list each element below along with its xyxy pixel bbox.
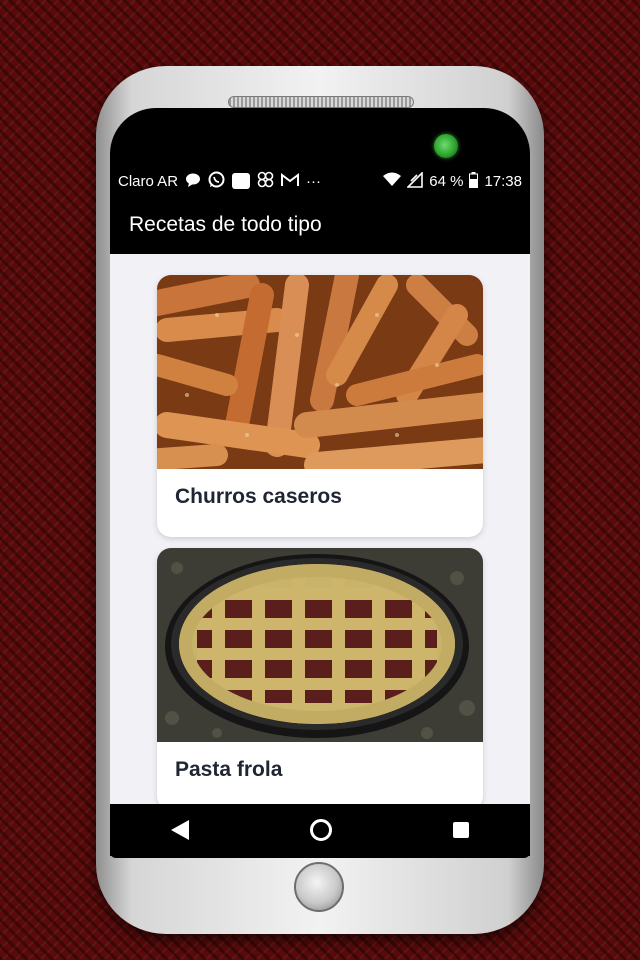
recent-apps-icon[interactable]: [453, 822, 470, 838]
churros-photo: [157, 275, 483, 469]
whatsapp-icon: [208, 171, 225, 191]
recipe-list[interactable]: Churros caseros Pasta frola: [110, 254, 530, 804]
recipe-title: Churros caseros: [175, 485, 342, 508]
back-icon[interactable]: [170, 820, 189, 840]
status-bar: Claro AR ··· 64 % 17:38: [110, 166, 530, 196]
navigation-bar: [110, 804, 530, 856]
home-icon[interactable]: [309, 819, 332, 841]
message-icon: [185, 172, 201, 191]
physical-home-button[interactable]: [294, 862, 344, 912]
recipe-title: Pasta frola: [175, 758, 283, 781]
gmail-icon: [281, 172, 300, 190]
battery-icon: [469, 171, 479, 191]
cell-signal-icon: [406, 170, 424, 191]
app-title: Recetas de todo tipo: [129, 213, 322, 236]
phone-screen: Claro AR ··· 64 % 17:38 Recetas de todo …: [110, 166, 530, 856]
more-icon: ···: [306, 172, 322, 190]
notification-icon: [232, 173, 251, 189]
recipe-card-pasta-frola[interactable]: Pasta frola: [157, 548, 483, 804]
app-bar: Recetas de todo tipo: [110, 196, 530, 254]
recipe-card-churros[interactable]: Churros caseros: [157, 275, 483, 537]
battery-percent: 64 %: [429, 172, 464, 190]
pinwheel-icon: [257, 171, 274, 191]
carrier-label: Claro AR: [118, 172, 179, 190]
clock: 17:38: [484, 172, 522, 190]
front-camera: [434, 134, 458, 158]
speaker-grille: [228, 96, 414, 108]
wifi-icon: [383, 172, 402, 190]
pasta-frola-photo: [157, 548, 483, 742]
